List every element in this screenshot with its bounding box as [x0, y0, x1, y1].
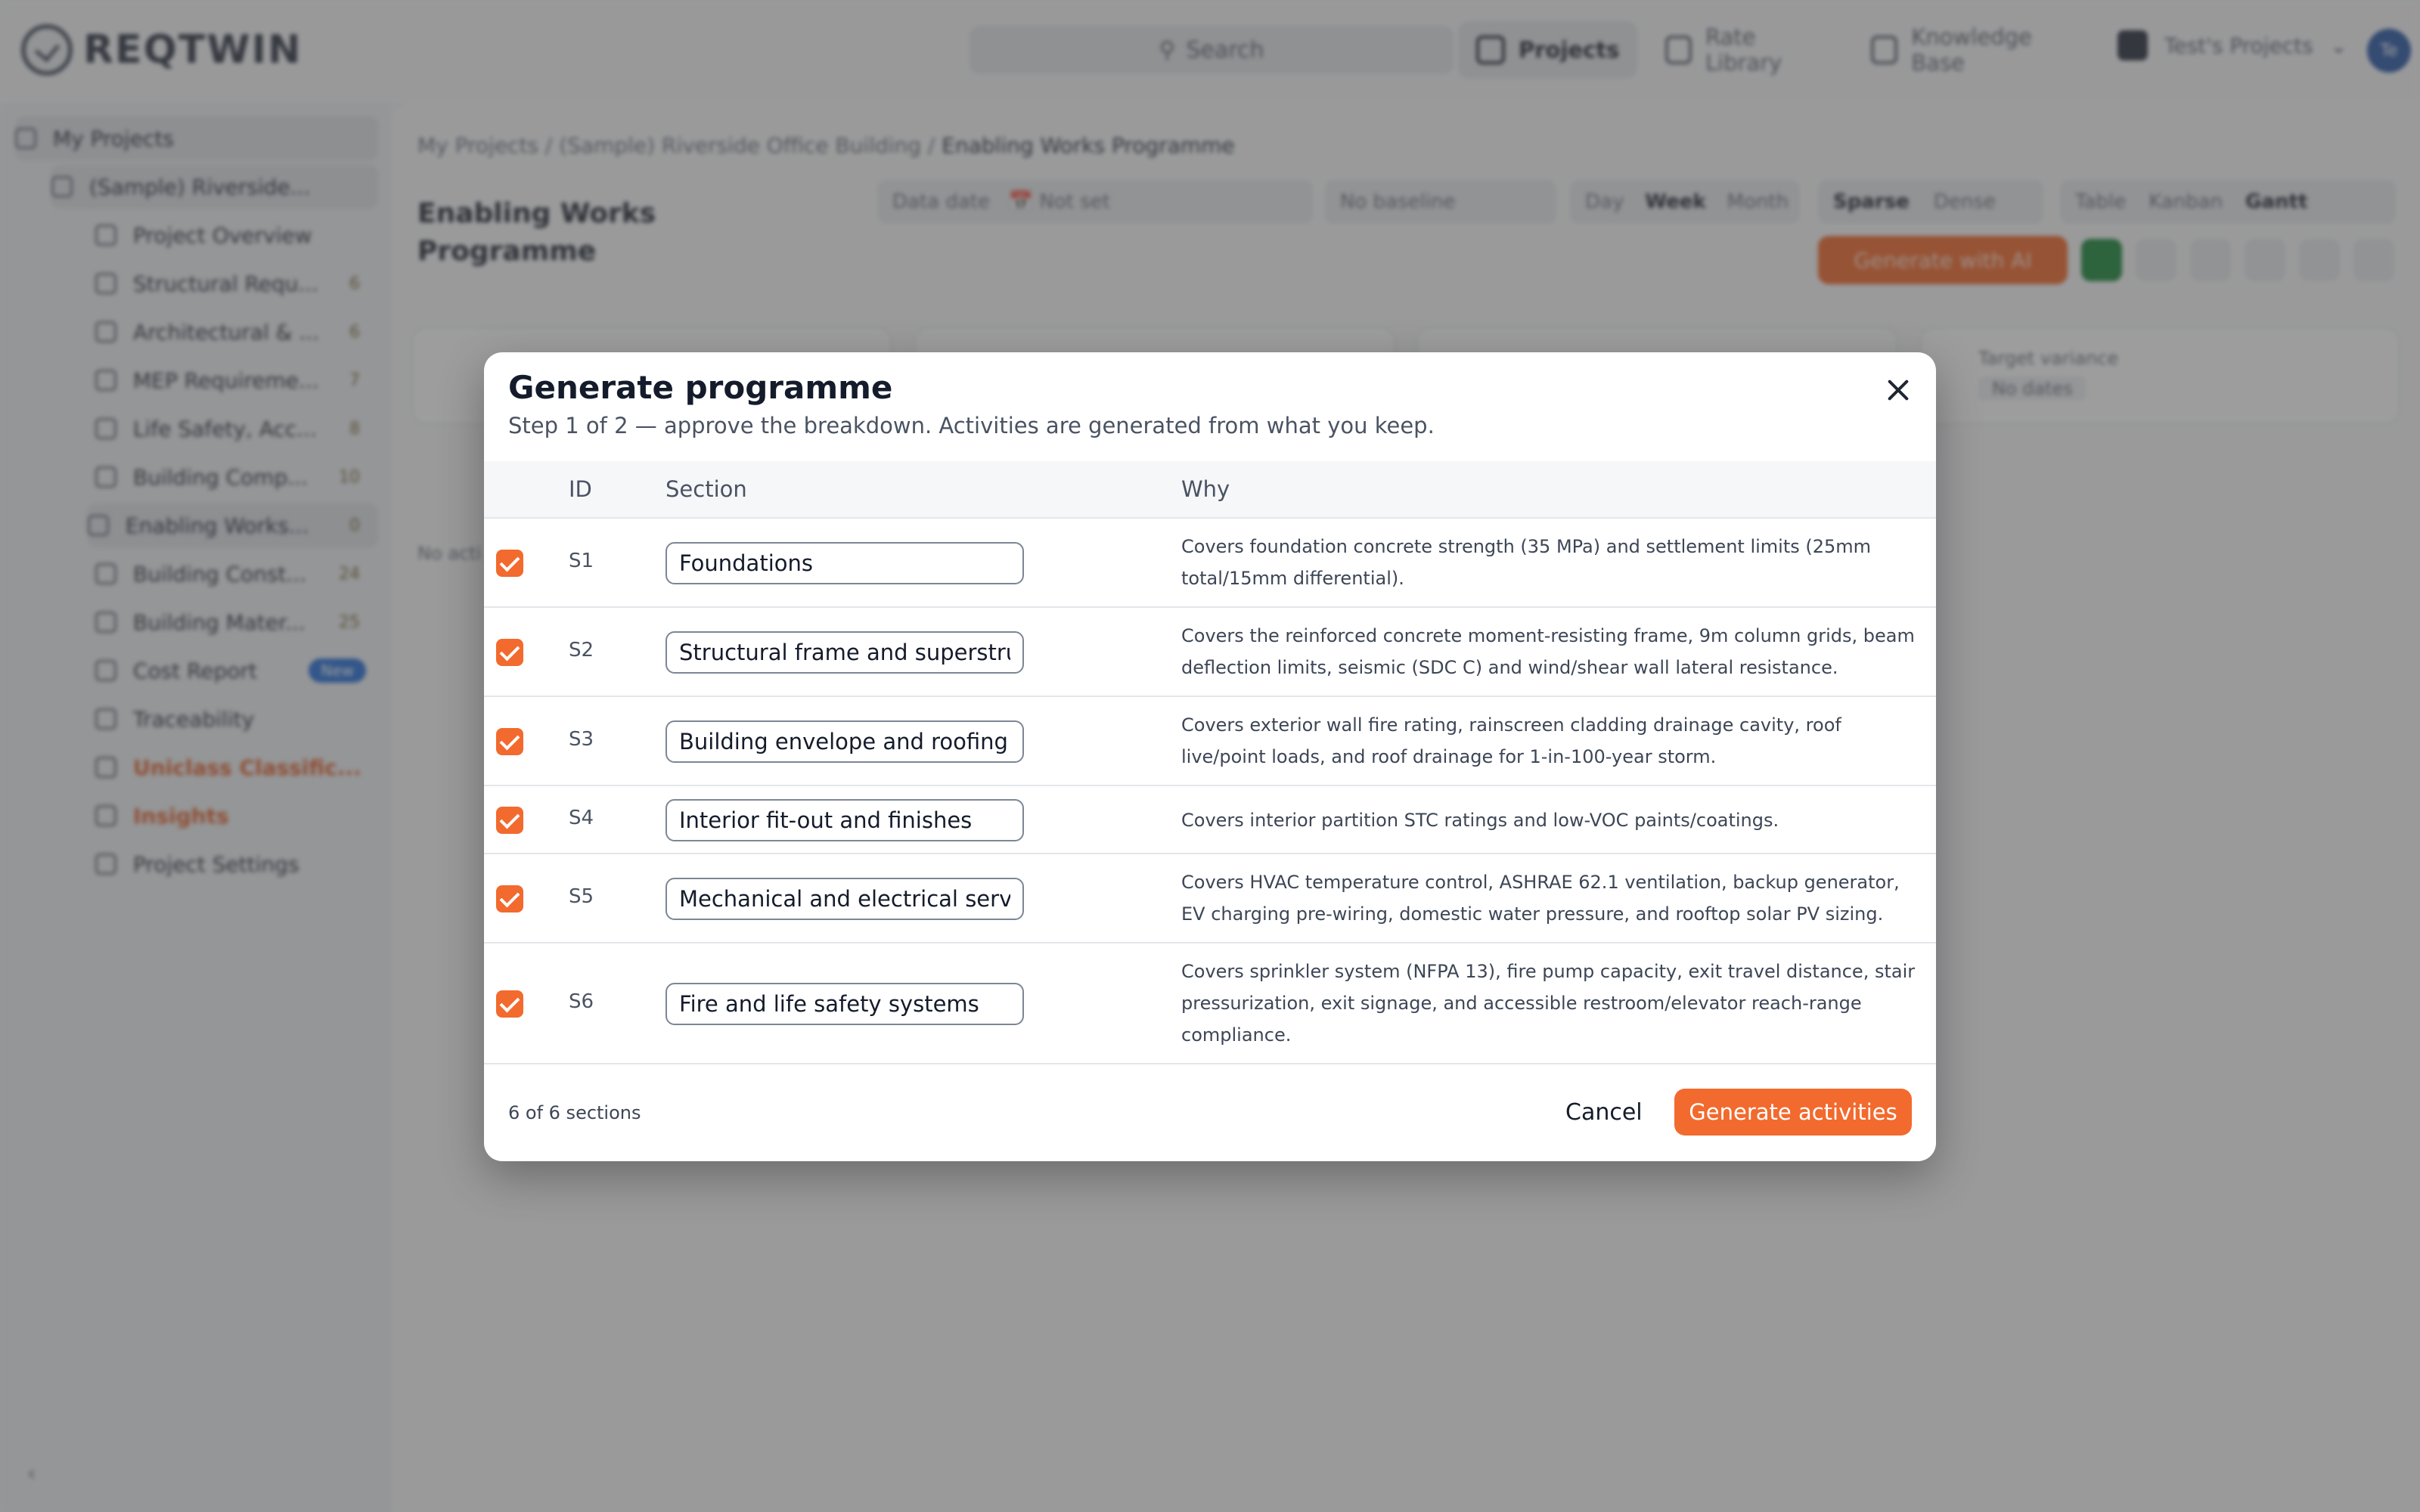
cancel-button[interactable]: Cancel: [1550, 1089, 1658, 1136]
row-id: S4: [569, 807, 594, 829]
row-checkbox[interactable]: [496, 728, 523, 755]
row-checkbox[interactable]: [496, 807, 523, 834]
row-id: S3: [569, 728, 594, 751]
generate-activities-button[interactable]: Generate activities: [1674, 1089, 1912, 1136]
section-name-input[interactable]: [666, 631, 1024, 674]
row-why: Covers exterior wall fire rating, rainsc…: [1181, 714, 1841, 767]
section-name-input[interactable]: [666, 878, 1024, 920]
column-header-why: Why: [1181, 476, 1230, 502]
close-icon[interactable]: [1883, 375, 1913, 405]
row-checkbox[interactable]: [496, 550, 523, 577]
selection-count: 6 of 6 sections: [508, 1102, 641, 1123]
row-id: S1: [569, 550, 594, 572]
row-why: Covers the reinforced concrete moment-re…: [1181, 625, 1915, 678]
section-name-input[interactable]: [666, 720, 1024, 763]
row-id: S2: [569, 639, 594, 662]
row-checkbox[interactable]: [496, 639, 523, 666]
section-name-input[interactable]: [666, 983, 1024, 1025]
table-row: S5 Covers HVAC temperature control, ASHR…: [484, 854, 1936, 943]
row-why: Covers sprinkler system (NFPA 13), fire …: [1181, 961, 1916, 1046]
generate-programme-dialog: Generate programme Step 1 of 2 — approve…: [484, 352, 1936, 1161]
row-why: Covers foundation concrete strength (35 …: [1181, 536, 1872, 589]
row-why: Covers interior partition STC ratings an…: [1181, 810, 1779, 831]
row-id: S5: [569, 885, 594, 908]
row-why: Covers HVAC temperature control, ASHRAE …: [1181, 872, 1900, 925]
table-row: S3 Covers exterior wall fire rating, rai…: [484, 697, 1936, 786]
dialog-title: Generate programme: [508, 369, 893, 406]
dialog-subtitle: Step 1 of 2 — approve the breakdown. Act…: [508, 413, 1435, 438]
row-checkbox[interactable]: [496, 885, 523, 912]
row-id: S6: [569, 990, 594, 1013]
section-name-input[interactable]: [666, 542, 1024, 584]
table-row: S1 Covers foundation concrete strength (…: [484, 519, 1936, 608]
row-checkbox[interactable]: [496, 990, 523, 1018]
column-header-section: Section: [666, 476, 747, 502]
table-row: S2 Covers the reinforced concrete moment…: [484, 608, 1936, 697]
column-header-id: ID: [569, 476, 592, 502]
table-header: ID Section Why: [484, 461, 1936, 519]
section-name-input[interactable]: [666, 799, 1024, 841]
table-row: S4 Covers interior partition STC ratings…: [484, 786, 1936, 854]
table-row: S6 Covers sprinkler system (NFPA 13), fi…: [484, 943, 1936, 1064]
